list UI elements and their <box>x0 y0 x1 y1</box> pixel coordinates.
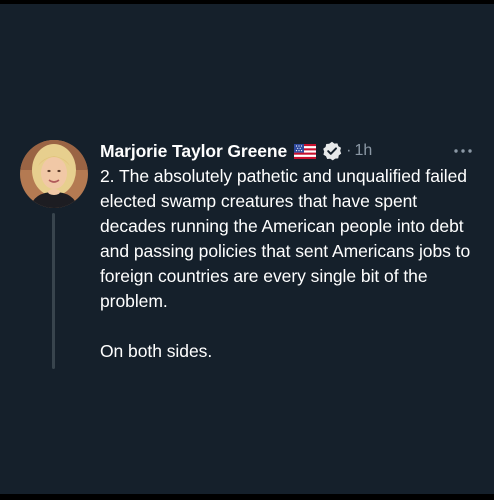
timestamp[interactable]: 1h <box>354 142 372 160</box>
more-horizontal-icon[interactable] <box>452 144 474 158</box>
avatar-image <box>20 140 88 208</box>
thread-line <box>52 213 55 369</box>
tweet-text: 2. The absolutely pathetic and unqualifi… <box>100 164 486 364</box>
timestamp-separator: · <box>346 142 352 159</box>
us-flag-icon <box>294 143 317 159</box>
avatar[interactable] <box>20 140 88 208</box>
bottom-border <box>0 494 494 500</box>
verified-badge-icon[interactable] <box>322 141 342 161</box>
display-name[interactable]: Marjorie Taylor Greene <box>100 141 287 162</box>
tweet-paragraph: On both sides. <box>100 341 213 361</box>
tweet-paragraph: 2. The absolutely pathetic and unqualifi… <box>100 166 471 311</box>
tweet-header: Marjorie Taylor Greene · 1h <box>100 140 372 162</box>
tweet: Marjorie Taylor Greene · 1h 2. The absol… <box>0 0 494 500</box>
